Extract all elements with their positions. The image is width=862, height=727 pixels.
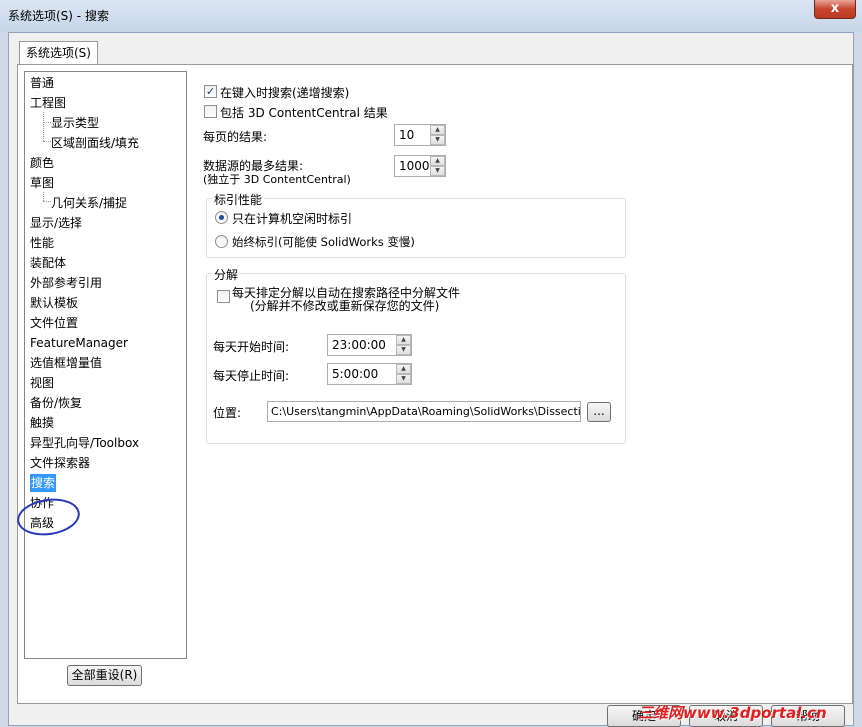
spin-down-icon[interactable]: ▼: [396, 345, 411, 355]
check-icon: ✓: [205, 85, 216, 98]
index-idle-label: 只在计算机空闲时标引: [232, 212, 353, 226]
tree-item[interactable]: 普通: [30, 74, 54, 92]
browse-button[interactable]: ...: [587, 402, 611, 422]
tree-item[interactable]: 异型孔向导/Toolbox: [30, 434, 139, 452]
tree-connector: [43, 192, 44, 201]
tree-item[interactable]: 装配体: [30, 254, 66, 272]
tree-item[interactable]: 工程图: [30, 94, 66, 112]
stop-time-value: 5:00:00: [332, 367, 379, 381]
results-per-page-label: 每页的结果:: [203, 130, 268, 144]
tree-item[interactable]: 外部参考引用: [30, 274, 102, 292]
watermark: 三维网www.3dportal.cn: [638, 704, 827, 722]
dialog-client-area: 系统选项(S) 普通工程图显示类型区域剖面线/填充颜色草图几何关系/捕捉显示/选…: [8, 32, 854, 727]
tree-item[interactable]: 文件位置: [30, 314, 78, 332]
tree-item[interactable]: 显示类型: [51, 114, 99, 132]
search-while-typing-label: 在键入时搜索(递增搜索): [220, 86, 350, 100]
include-3dcc-label: 包括 3D ContentCentral 结果: [220, 106, 388, 120]
spin-down-icon[interactable]: ▼: [430, 135, 445, 145]
tree-item[interactable]: 默认模板: [30, 294, 78, 312]
window-title: 系统选项(S) - 搜索: [8, 9, 109, 23]
tree-item[interactable]: 视图: [30, 374, 54, 392]
spin-up-icon[interactable]: ▲: [430, 156, 445, 166]
highlight-circle-annotation: [14, 494, 83, 540]
tree-connector: [43, 201, 51, 202]
tree-item[interactable]: 草图: [30, 174, 54, 192]
schedule-dissection-sublabel: (分解并不修改或重新保存您的文件): [250, 299, 440, 313]
index-always-radio[interactable]: [215, 235, 228, 248]
stop-time-label: 每天停止时间:: [213, 369, 290, 383]
tree-item[interactable]: 颜色: [30, 154, 54, 172]
tree-item[interactable]: 选值框增量值: [30, 354, 102, 372]
results-per-page-value: 10: [399, 128, 415, 142]
include-3dcc-checkbox[interactable]: [204, 105, 217, 118]
tree-item[interactable]: 搜索: [30, 474, 57, 492]
spin-up-icon[interactable]: ▲: [430, 125, 445, 135]
location-input[interactable]: C:\Users\tangmin\AppData\Roaming\SolidWo…: [267, 401, 581, 422]
tree-connector: [43, 122, 51, 123]
tree-item[interactable]: 备份/恢复: [30, 394, 82, 412]
max-results-value: 1000: [399, 159, 430, 173]
schedule-dissection-checkbox[interactable]: [217, 290, 230, 303]
spin-up-icon[interactable]: ▲: [396, 335, 411, 345]
spin-down-icon[interactable]: ▼: [396, 374, 411, 384]
spin-down-icon[interactable]: ▼: [430, 166, 445, 176]
stop-time-stepper[interactable]: 5:00:00 ▲ ▼: [327, 363, 412, 385]
category-tree[interactable]: 普通工程图显示类型区域剖面线/填充颜色草图几何关系/捕捉显示/选择性能装配体外部…: [14, 71, 187, 659]
tree-item[interactable]: 几何关系/捕捉: [51, 194, 127, 212]
close-button[interactable]: x: [814, 0, 856, 19]
reset-all-button[interactable]: 全部重设(R): [67, 665, 142, 686]
max-results-stepper[interactable]: 1000 ▲ ▼: [394, 155, 446, 177]
start-time-value: 23:00:00: [332, 338, 386, 352]
tree-item[interactable]: 性能: [30, 234, 54, 252]
start-time-label: 每天开始时间:: [213, 340, 290, 354]
results-per-page-stepper[interactable]: 10 ▲ ▼: [394, 124, 446, 146]
location-label: 位置:: [213, 406, 242, 420]
spin-up-icon[interactable]: ▲: [396, 364, 411, 374]
dissection-group-title: 分解: [212, 266, 241, 283]
tree-connector: [43, 141, 51, 142]
tree-item[interactable]: 触摸: [30, 414, 54, 432]
title-bar: 系统选项(S) - 搜索 x: [0, 0, 862, 32]
tree-item[interactable]: 显示/选择: [30, 214, 82, 232]
index-idle-radio[interactable]: [215, 211, 228, 224]
max-results-sublabel: (独立于 3D ContentCentral): [203, 173, 351, 186]
tab-system-options[interactable]: 系统选项(S): [19, 41, 98, 65]
indexing-group-title: 标引性能: [212, 191, 265, 208]
search-while-typing-checkbox[interactable]: ✓: [204, 85, 217, 98]
tree-item[interactable]: FeatureManager: [30, 334, 128, 352]
start-time-stepper[interactable]: 23:00:00 ▲ ▼: [327, 334, 412, 356]
tree-item[interactable]: 文件探索器: [30, 454, 90, 472]
tree-connector: [43, 112, 44, 141]
tree-item[interactable]: 区域剖面线/填充: [51, 134, 139, 152]
index-always-label: 始终标引(可能使 SolidWorks 变慢): [232, 235, 415, 249]
